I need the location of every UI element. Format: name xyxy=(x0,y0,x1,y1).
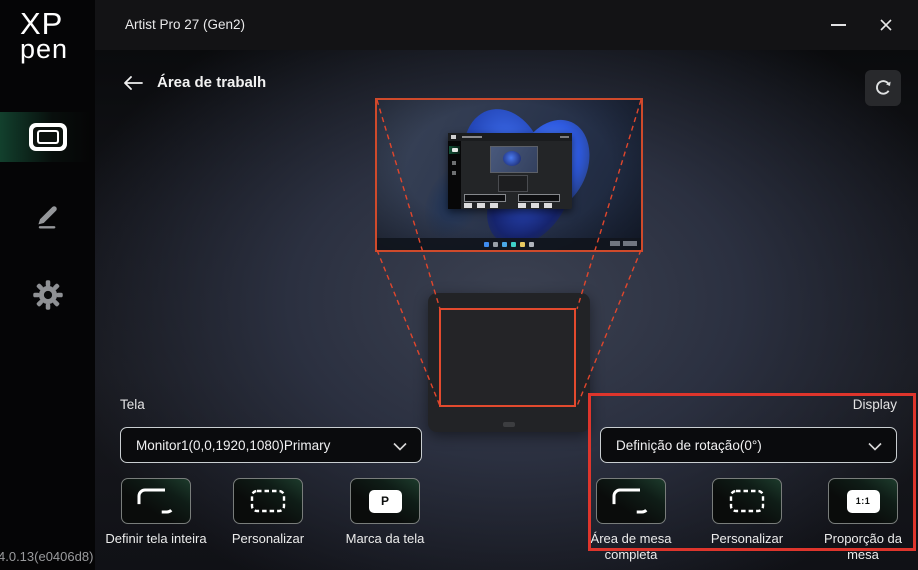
mini-sidebar xyxy=(448,141,461,209)
version-label: 4.0.13(e0406d8) xyxy=(0,549,93,564)
mini-tablet xyxy=(498,175,528,192)
ratio-tile: 1:1 xyxy=(828,478,898,524)
customize-tile xyxy=(712,478,782,524)
rotation-select[interactable]: Definição de rotação(0°) xyxy=(600,427,897,463)
monitor-select[interactable]: Monitor1(0,0,1920,1080)Primary xyxy=(120,427,422,463)
work-area-icon-inner xyxy=(33,127,63,147)
xppen-logo: XP pen xyxy=(20,10,68,61)
mini-monitor xyxy=(490,146,538,173)
screen-mark-button[interactable]: P Marca da tela xyxy=(330,478,440,547)
customize-tile xyxy=(233,478,303,524)
logo-text-bottom: pen xyxy=(20,37,68,62)
screen-section-label: Tela xyxy=(120,397,145,412)
nav-item-work-area[interactable] xyxy=(0,112,95,162)
back-arrow-icon xyxy=(123,76,143,90)
chevron-down-icon xyxy=(868,442,882,451)
refresh-icon xyxy=(872,77,894,99)
button-label: Área de mesa completa xyxy=(576,531,686,562)
chevron-down-icon xyxy=(393,442,407,451)
full-area-icon xyxy=(611,487,651,515)
screen-mark-icon: P xyxy=(369,490,402,513)
full-tablet-area-tile xyxy=(596,478,666,524)
tablet-ratio-button[interactable]: 1:1 Proporção da mesa xyxy=(808,478,918,562)
taskbar-icon xyxy=(493,242,498,247)
screen-mark-tile: P xyxy=(350,478,420,524)
pen-icon xyxy=(32,199,64,231)
minimize-button[interactable] xyxy=(823,10,853,40)
mini-buttons-left xyxy=(464,203,498,208)
tablet-preview xyxy=(428,293,590,432)
button-label: Proporção da mesa xyxy=(808,531,918,562)
mini-window-buttons xyxy=(560,136,569,138)
button-label: Marca da tela xyxy=(330,531,440,547)
minimize-icon xyxy=(831,24,846,26)
full-tablet-area-button[interactable]: Área de mesa completa xyxy=(576,478,686,562)
tablet-active-area[interactable] xyxy=(439,308,576,407)
taskbar-icon xyxy=(520,242,525,247)
mini-nav-dot xyxy=(452,161,456,165)
window-title: Artist Pro 27 (Gen2) xyxy=(125,17,245,32)
taskbar-icon xyxy=(484,242,489,247)
display-section-label: Display xyxy=(600,397,897,412)
mini-title-text xyxy=(462,136,482,138)
work-area-icon xyxy=(29,123,67,151)
close-icon xyxy=(879,18,893,32)
sidebar: XP pen xyxy=(0,0,95,570)
rotation-select-value: Definição de rotação(0°) xyxy=(616,438,762,453)
mini-active-nav xyxy=(449,146,460,154)
mini-nav-dot xyxy=(452,171,456,175)
mini-dropdown-left xyxy=(464,194,506,202)
mini-titlebar xyxy=(448,133,572,141)
monitor-preview[interactable] xyxy=(375,98,643,252)
taskbar-tray xyxy=(610,241,637,246)
back-button[interactable] xyxy=(123,76,143,90)
monitor-select-value: Monitor1(0,0,1920,1080)Primary xyxy=(136,438,330,453)
nav-item-pen[interactable] xyxy=(0,190,95,240)
gear-icon xyxy=(31,278,65,312)
close-button[interactable] xyxy=(871,10,901,40)
mini-logo xyxy=(451,135,456,139)
main-content: Área de trabalh xyxy=(95,50,918,570)
tablet-logo xyxy=(503,422,515,427)
button-label: Definir tela inteira xyxy=(101,531,211,547)
mini-driver-window xyxy=(448,133,572,209)
ratio-icon: 1:1 xyxy=(847,490,880,513)
mini-buttons-right xyxy=(518,203,552,208)
customize-dashed-icon xyxy=(727,487,767,515)
full-area-icon xyxy=(136,487,176,515)
button-label: Personalizar xyxy=(692,531,802,547)
tablet-customize-button[interactable]: Personalizar xyxy=(692,478,802,547)
app-window: Artist Pro 27 (Gen2) XP pen xyxy=(0,0,918,570)
full-screen-tile xyxy=(121,478,191,524)
mini-dropdown-right xyxy=(518,194,560,202)
nav-item-settings[interactable] xyxy=(0,270,95,320)
set-full-screen-button[interactable]: Definir tela inteira xyxy=(101,478,211,547)
titlebar: Artist Pro 27 (Gen2) xyxy=(95,0,918,50)
taskbar-icon xyxy=(529,242,534,247)
page-title: Área de trabalh xyxy=(157,74,266,91)
customize-dashed-icon xyxy=(248,487,288,515)
mini-wallpaper xyxy=(503,151,521,166)
button-label: Personalizar xyxy=(213,531,323,547)
taskbar-icon xyxy=(502,242,507,247)
taskbar-icon xyxy=(511,242,516,247)
mini-taskbar xyxy=(377,238,641,250)
screen-customize-button[interactable]: Personalizar xyxy=(213,478,323,547)
refresh-button[interactable] xyxy=(865,70,901,106)
